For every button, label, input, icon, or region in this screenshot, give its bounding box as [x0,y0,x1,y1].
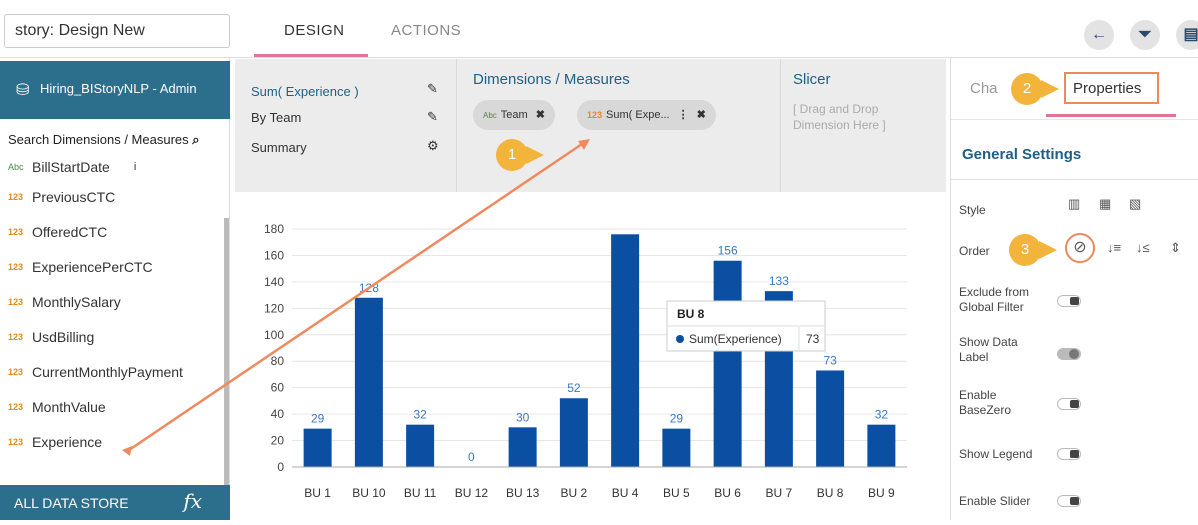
drag-arrow-tail [122,446,132,456]
callout-pointer [1041,80,1059,98]
callout-step-1: 1 [496,139,528,171]
drag-arrow-line [125,140,586,454]
callout-step-2: 2 [1011,73,1043,105]
callout-pointer [526,146,544,164]
callout-step-3: 3 [1009,234,1041,266]
callout-pointer [1039,241,1057,259]
